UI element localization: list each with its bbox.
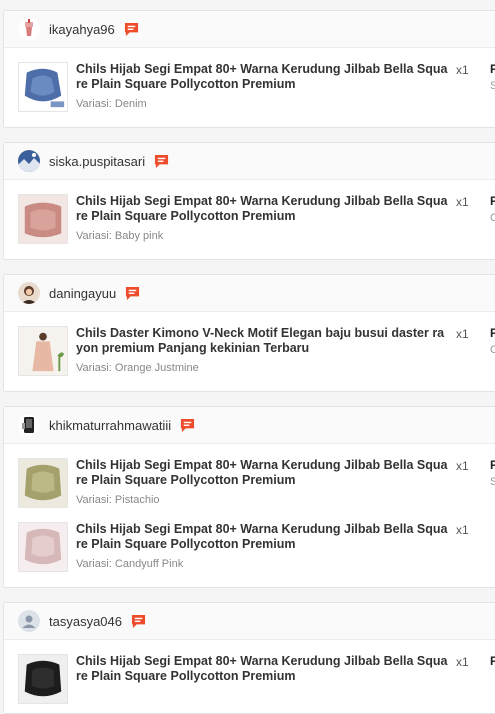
avatar-phone-icon[interactable] xyxy=(18,414,40,436)
product-title[interactable]: Chils Hijab Segi Empat 80+ Warna Kerudun… xyxy=(76,654,451,684)
product-price: R xyxy=(490,194,495,208)
product-price: R xyxy=(490,62,495,76)
order-header: daningayuu xyxy=(4,275,495,312)
product-price: R xyxy=(490,326,495,340)
order-item[interactable]: Chils Daster Kimono V-Neck Motif Elegan … xyxy=(4,312,495,376)
avatar-landscape-icon[interactable] xyxy=(18,150,40,172)
product-title[interactable]: Chils Hijab Segi Empat 80+ Warna Kerudun… xyxy=(76,458,451,488)
seller-username[interactable]: khikmaturrahmawatiii xyxy=(49,418,171,433)
product-variant: Variasi: Orange Justmine xyxy=(76,362,199,374)
order-card: ikayahya96 Chils Hijab Segi Empat 80+ Wa… xyxy=(3,10,495,128)
chat-bubble-icon[interactable] xyxy=(154,154,169,169)
chat-bubble-icon[interactable] xyxy=(131,614,146,629)
product-thumbnail[interactable] xyxy=(18,522,68,572)
order-item[interactable]: Chils Hijab Segi Empat 80+ Warna Kerudun… xyxy=(4,48,495,112)
product-variant: Variasi: Pistachio xyxy=(76,494,160,506)
avatar-default-icon[interactable] xyxy=(18,610,40,632)
product-variant: Variasi: Denim xyxy=(76,98,147,110)
product-thumbnail[interactable] xyxy=(18,62,68,112)
chat-bubble-icon[interactable] xyxy=(125,286,140,301)
product-quantity: x1 xyxy=(456,63,469,77)
order-card: tasyasya046 Chils Hijab Segi Empat 80+ W… xyxy=(3,602,495,714)
product-price: R xyxy=(490,654,495,668)
product-title[interactable]: Chils Hijab Segi Empat 80+ Warna Kerudun… xyxy=(76,194,451,224)
product-title[interactable]: Chils Hijab Segi Empat 80+ Warna Kerudun… xyxy=(76,522,451,552)
product-title[interactable]: Chils Hijab Segi Empat 80+ Warna Kerudun… xyxy=(76,62,451,92)
product-title[interactable]: Chils Daster Kimono V-Neck Motif Elegan … xyxy=(76,326,451,356)
product-quantity: x1 xyxy=(456,327,469,341)
product-variant: Variasi: Candyuff Pink xyxy=(76,558,184,570)
product-price: R xyxy=(490,458,495,472)
order-header: tasyasya046 xyxy=(4,603,495,640)
order-item[interactable]: Chils Hijab Segi Empat 80+ Warna Kerudun… xyxy=(4,180,495,244)
product-variant: Variasi: Baby pink xyxy=(76,230,164,242)
product-quantity: x1 xyxy=(456,459,469,473)
order-header: ikayahya96 xyxy=(4,11,495,48)
order-status: S xyxy=(490,476,495,488)
product-quantity: x1 xyxy=(456,195,469,209)
order-status: C xyxy=(490,212,495,224)
product-thumbnail[interactable] xyxy=(18,654,68,704)
product-thumbnail[interactable] xyxy=(18,194,68,244)
order-item[interactable]: Chils Hijab Segi Empat 80+ Warna Kerudun… xyxy=(4,640,495,704)
product-thumbnail[interactable] xyxy=(18,458,68,508)
avatar-drink-icon[interactable] xyxy=(18,18,40,40)
seller-username[interactable]: daningayuu xyxy=(49,286,116,301)
seller-username[interactable]: tasyasya046 xyxy=(49,614,122,629)
order-item[interactable]: Chils Hijab Segi Empat 80+ Warna Kerudun… xyxy=(4,444,495,508)
order-item[interactable]: Chils Hijab Segi Empat 80+ Warna Kerudun… xyxy=(4,508,495,572)
chat-bubble-icon[interactable] xyxy=(124,22,139,37)
order-status: S xyxy=(490,80,495,92)
seller-username[interactable]: siska.puspitasari xyxy=(49,154,145,169)
order-header: siska.puspitasari xyxy=(4,143,495,180)
chat-bubble-icon[interactable] xyxy=(180,418,195,433)
product-quantity: x1 xyxy=(456,523,469,537)
order-header: khikmaturrahmawatiii xyxy=(4,407,495,444)
product-quantity: x1 xyxy=(456,655,469,669)
product-thumbnail[interactable] xyxy=(18,326,68,376)
order-card: khikmaturrahmawatiii Chils Hijab Segi Em… xyxy=(3,406,495,588)
seller-username[interactable]: ikayahya96 xyxy=(49,22,115,37)
order-card: daningayuu Chils Daster Kimono V-Neck Mo… xyxy=(3,274,495,392)
avatar-person-icon[interactable] xyxy=(18,282,40,304)
order-status: C xyxy=(490,344,495,356)
order-card: siska.puspitasari Chils Hijab Segi Empat… xyxy=(3,142,495,260)
